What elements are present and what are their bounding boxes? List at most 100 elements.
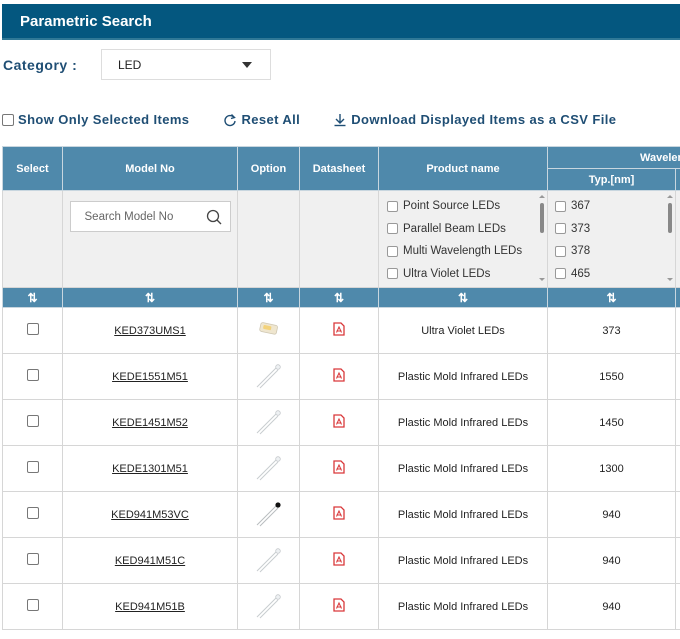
product-name-cell: Ultra Violet LEDs — [378, 307, 548, 354]
option-image-cell — [237, 583, 300, 630]
download-csv-link[interactable]: Download Displayed Items as a CSV File — [333, 112, 616, 127]
table-row: KED941M51B Plastic Mold Infrared LEDs 94… — [2, 583, 680, 630]
leaded-led-clear-image[interactable] — [254, 456, 284, 485]
sort-wavelength-button[interactable]: ⇅ — [547, 287, 676, 308]
search-placeholder: Search Model No — [84, 210, 174, 223]
table-row: KED941M51C Plastic Mold Infrared LEDs 94… — [2, 537, 680, 584]
wavelength-filter-option[interactable]: 465 — [555, 263, 675, 286]
option-image-cell — [237, 399, 300, 446]
model-no-link[interactable]: KED373UMS1 — [114, 325, 186, 337]
model-search-input[interactable]: Search Model No — [69, 201, 231, 232]
row-select-checkbox[interactable] — [26, 415, 39, 427]
row-select-checkbox[interactable] — [26, 323, 39, 335]
option-label: Multi Wavelength LEDs — [403, 245, 523, 258]
show-selected-toggle[interactable]: Show Only Selected Items — [2, 112, 189, 127]
model-no-link[interactable]: KED941M51B — [115, 601, 185, 613]
checkbox[interactable] — [2, 113, 14, 126]
dropdown-arrow-icon — [242, 61, 252, 68]
wavelength-filter-option[interactable]: 367 — [555, 195, 675, 218]
leaded-led-clear-image[interactable] — [254, 594, 284, 623]
sort-datasheet-button[interactable]: ⇅ — [299, 287, 379, 308]
product-name-cell: Plastic Mold Infrared LEDs — [378, 399, 548, 446]
sort-model-button[interactable]: ⇅ — [62, 287, 238, 308]
row-select-checkbox[interactable] — [26, 507, 39, 519]
wavelength-cell: 373 — [547, 307, 676, 354]
filter-cell-select — [2, 190, 63, 288]
smd-led-image[interactable] — [258, 322, 280, 339]
download-csv-label: Download Displayed Items as a CSV File — [351, 112, 617, 127]
wavelength-cell: 940 — [547, 537, 676, 584]
category-label: Category : — [3, 56, 78, 73]
col-header-wavelength: Waveler — [546, 146, 680, 169]
reset-icon — [224, 113, 237, 126]
pdf-datasheet-icon[interactable] — [333, 322, 345, 339]
row-select-checkbox[interactable] — [26, 461, 39, 473]
checkbox[interactable] — [555, 223, 566, 235]
checkbox[interactable] — [387, 268, 398, 280]
col-header-product-name: Product name — [378, 146, 548, 191]
product-filter-option[interactable]: Ultra Violet LEDs — [387, 263, 547, 286]
model-no-link[interactable]: KEDE1451M52 — [112, 417, 188, 429]
leaded-led-clear-image[interactable] — [254, 364, 284, 393]
product-filter-option[interactable]: Parallel Beam LEDs — [387, 218, 547, 241]
pdf-datasheet-icon[interactable] — [333, 552, 345, 569]
leaded-led-clear-image[interactable] — [254, 410, 284, 439]
wavelength-filter-scrollbar[interactable] — [667, 195, 673, 281]
col-header-select: Select — [2, 146, 63, 191]
pdf-datasheet-icon[interactable] — [333, 368, 345, 385]
option-label: 378 — [571, 245, 591, 258]
checkbox[interactable] — [555, 245, 566, 257]
model-no-link[interactable]: KEDE1551M51 — [112, 371, 188, 383]
checkbox[interactable] — [387, 245, 398, 257]
sort-option-button[interactable]: ⇅ — [237, 287, 300, 308]
product-filter-option[interactable]: Point Source LEDs — [387, 195, 547, 218]
product-name-cell: Plastic Mold Infrared LEDs — [378, 583, 548, 630]
sort-product-button[interactable]: ⇅ — [378, 287, 548, 308]
sort-select-button[interactable]: ⇅ — [2, 287, 63, 308]
leaded-led-black-image[interactable] — [254, 502, 284, 531]
filter-cell-wavelength: 367 373 378 465 — [547, 190, 676, 288]
option-image-cell — [237, 353, 300, 400]
option-label: Ultra Violet LEDs — [403, 267, 491, 280]
option-label: Point Source LEDs — [403, 200, 501, 213]
wavelength-filter-option[interactable]: 373 — [555, 218, 675, 241]
row-select-checkbox[interactable] — [26, 553, 39, 565]
wavelength-filter-option[interactable]: 378 — [555, 240, 675, 263]
table-row: KEDE1301M51 Plastic Mold Infrared LEDs 1… — [2, 445, 680, 492]
wavelength-cell: 940 — [547, 583, 676, 630]
sort-next-button[interactable] — [674, 287, 680, 308]
model-no-link[interactable]: KED941M53VC — [111, 509, 189, 521]
checkbox[interactable] — [555, 268, 566, 280]
download-icon — [334, 113, 346, 126]
product-name-cell: Plastic Mold Infrared LEDs — [378, 445, 548, 492]
option-image-cell — [237, 307, 300, 354]
search-icon[interactable] — [206, 209, 222, 225]
model-no-link[interactable]: KEDE1301M51 — [112, 463, 188, 475]
product-filter-option[interactable]: Multi Wavelength LEDs — [387, 240, 547, 263]
option-image-cell — [237, 537, 300, 584]
row-select-checkbox[interactable] — [26, 369, 39, 381]
pdf-datasheet-icon[interactable] — [333, 414, 345, 431]
product-filter-scrollbar[interactable] — [539, 195, 545, 281]
filter-row: Search Model No Point Source LEDs Parall… — [2, 190, 680, 288]
filter-cell-datasheet — [299, 190, 379, 288]
option-label: 367 — [571, 200, 591, 213]
checkbox[interactable] — [387, 223, 398, 235]
row-select-checkbox[interactable] — [26, 599, 39, 611]
checkbox[interactable] — [555, 200, 566, 212]
reset-all-button[interactable]: Reset All — [223, 112, 300, 127]
col-header-option: Option — [237, 146, 300, 191]
pdf-datasheet-icon[interactable] — [333, 460, 345, 477]
wavelength-cell: 1450 — [547, 399, 676, 446]
product-filter-list[interactable]: Point Source LEDs Parallel Beam LEDs Mul… — [379, 191, 547, 284]
pdf-datasheet-icon[interactable] — [333, 598, 345, 615]
page-title: Parametric Search — [20, 13, 152, 30]
table-row: KEDE1551M51 Plastic Mold Infrared LEDs 1… — [2, 353, 680, 400]
pdf-datasheet-icon[interactable] — [333, 506, 345, 523]
wavelength-filter-list[interactable]: 367 373 378 465 — [548, 191, 675, 284]
category-select[interactable]: LED — [101, 49, 271, 80]
leaded-led-clear-image[interactable] — [254, 548, 284, 577]
wavelength-cell: 1550 — [547, 353, 676, 400]
checkbox[interactable] — [387, 200, 398, 212]
model-no-link[interactable]: KED941M51C — [115, 555, 185, 567]
